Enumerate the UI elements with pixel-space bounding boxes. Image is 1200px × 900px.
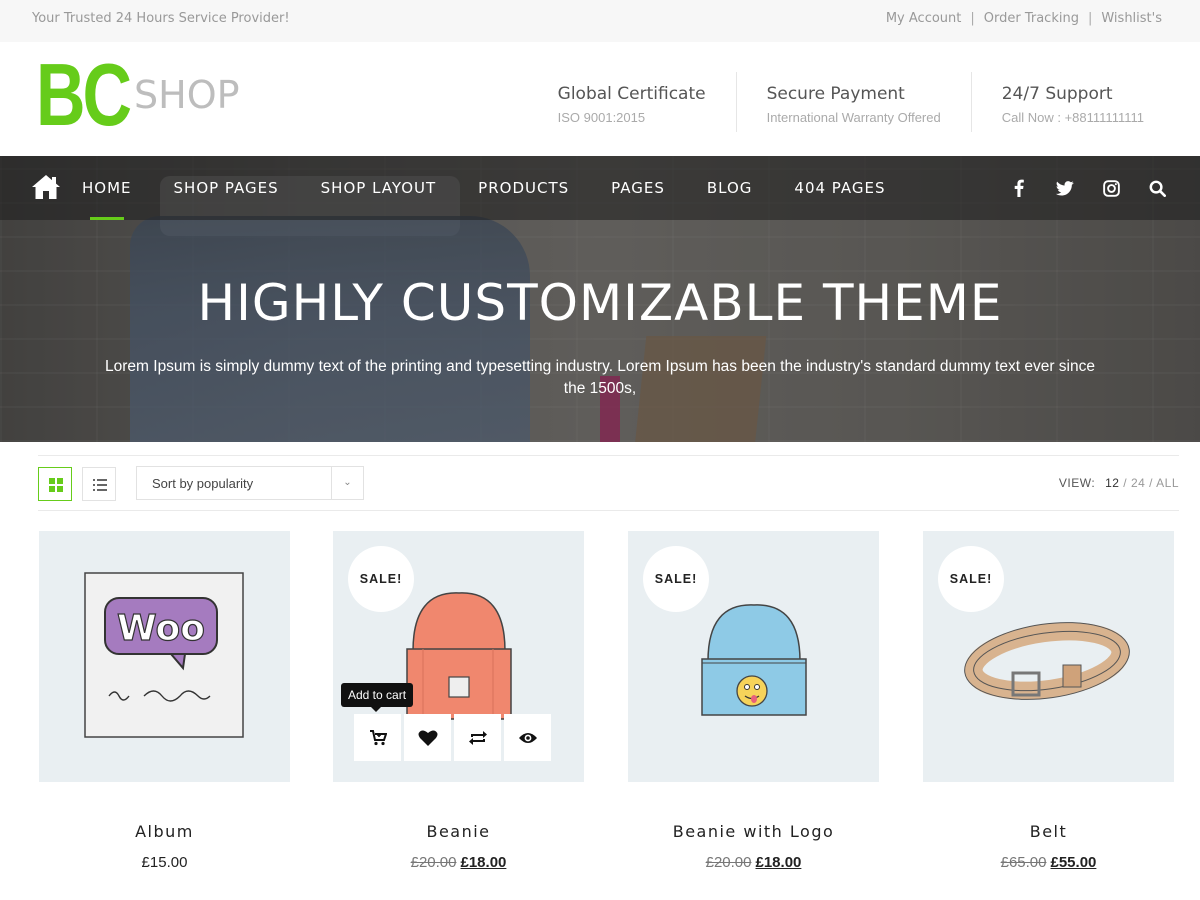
- feature-title: Global Certificate: [557, 84, 706, 104]
- feature-subtitle: Call Now : +88111111111: [1001, 110, 1144, 125]
- feature-support: 24/7 Support Call Now : +88111111111: [970, 72, 1200, 132]
- feature-certificate: Global Certificate ISO 9001:2015: [528, 72, 736, 132]
- nav-menu: HOME SHOP PAGES SHOP LAYOUT PRODUCTS PAG…: [82, 156, 928, 220]
- feature-title: 24/7 Support: [1001, 84, 1113, 104]
- product-card[interactable]: SALE! Belt £65.00 £55.00: [923, 531, 1174, 891]
- nav-item-404-pages[interactable]: 404 PAGES: [794, 156, 885, 220]
- feature-payment: Secure Payment International Warranty Of…: [735, 72, 971, 132]
- per-page-selector: VIEW: 12 / 24 / ALL: [1059, 476, 1179, 490]
- current-price: £15.00: [141, 854, 188, 871]
- top-link-separator: |: [970, 11, 975, 26]
- product-price: £20.00 £18.00: [333, 854, 584, 871]
- sale-badge: SALE!: [938, 546, 1004, 612]
- sale-badge: SALE!: [643, 546, 709, 612]
- site-logo[interactable]: BC SHOP: [36, 51, 240, 139]
- twitter-icon[interactable]: [1054, 177, 1076, 199]
- add-to-cart-tooltip: Add to cart: [341, 683, 414, 712]
- compare-icon: [468, 730, 487, 745]
- instagram-icon[interactable]: [1100, 177, 1122, 199]
- wishlist-link[interactable]: Wishlist's: [1101, 11, 1162, 26]
- product-image[interactable]: SALE!: [628, 531, 879, 782]
- product-card[interactable]: SALE! Beanie with Logo £20.00 £18.00: [628, 531, 879, 891]
- add-to-cart-button[interactable]: [354, 714, 401, 761]
- hero-description: Lorem Ipsum is simply dummy text of the …: [105, 358, 1095, 397]
- product-actions: [354, 714, 551, 761]
- nav-item-home[interactable]: HOME: [82, 156, 132, 220]
- product-grid: Woo Album £15.00 SALE! Add to cart Beani…: [39, 531, 1174, 891]
- old-price: £20.00: [410, 854, 457, 871]
- nav-item-pages[interactable]: PAGES: [611, 156, 665, 220]
- product-name[interactable]: Beanie: [333, 822, 584, 841]
- nav-item-shop-pages[interactable]: SHOP PAGES: [174, 156, 279, 220]
- quick-view-icon: [518, 732, 537, 743]
- grid-view-button[interactable]: [38, 467, 72, 501]
- per-page-label: VIEW:: [1058, 476, 1096, 490]
- nav-item-products[interactable]: PRODUCTS: [478, 156, 569, 220]
- sale-price: £18.00: [755, 854, 802, 871]
- nav-item-shop-layout[interactable]: SHOP LAYOUT: [321, 156, 437, 220]
- feature-title: Secure Payment: [766, 84, 905, 104]
- shop-toolbar: Sort by popularity ⌄ VIEW: 12 / 24 / ALL: [38, 455, 1179, 511]
- wishlist-button[interactable]: [404, 714, 451, 761]
- top-link-separator: |: [1087, 11, 1093, 26]
- per-page-current[interactable]: 12: [1105, 476, 1119, 490]
- chevron-down-icon: ⌄: [331, 467, 363, 499]
- logo-word: SHOP: [134, 73, 240, 117]
- heart-icon: [418, 730, 437, 746]
- product-name[interactable]: Beanie with Logo: [628, 822, 879, 841]
- my-account-link[interactable]: My Account: [886, 11, 962, 26]
- per-page-sep: /: [1145, 476, 1157, 490]
- old-price: £65.00: [1000, 854, 1047, 871]
- sale-badge: SALE!: [348, 546, 414, 612]
- product-image[interactable]: SALE!: [923, 531, 1174, 782]
- sort-select-value: Sort by popularity: [152, 476, 254, 491]
- grid-icon: [49, 478, 63, 492]
- feature-subtitle: International Warranty Offered: [766, 110, 941, 125]
- order-tracking-link[interactable]: Order Tracking: [984, 11, 1079, 26]
- product-name[interactable]: Belt: [923, 822, 1174, 841]
- per-page-sep: /: [1119, 476, 1131, 490]
- social-links: [1008, 156, 1168, 220]
- home-icon[interactable]: [31, 173, 61, 201]
- per-page-option-24[interactable]: 24: [1131, 476, 1145, 490]
- top-links: My Account | Order Tracking | Wishlist's: [886, 11, 1162, 26]
- top-bar: Your Trusted 24 Hours Service Provider! …: [0, 0, 1200, 42]
- album-image-icon: Woo: [84, 572, 244, 738]
- header-features: Global Certificate ISO 9001:2015 Secure …: [528, 72, 1200, 132]
- product-card[interactable]: SALE! Add to cart Beanie £20.00 £18.00: [333, 531, 584, 891]
- product-price: £15.00: [39, 854, 290, 871]
- add-to-cart-icon: [369, 729, 387, 745]
- logo-mark: BC: [36, 45, 132, 144]
- compare-button[interactable]: [454, 714, 501, 761]
- tagline: Your Trusted 24 Hours Service Provider!: [32, 11, 290, 26]
- list-icon: [93, 479, 107, 491]
- search-icon[interactable]: [1146, 177, 1168, 199]
- facebook-icon[interactable]: [1008, 177, 1030, 199]
- product-card[interactable]: Woo Album £15.00: [39, 531, 290, 891]
- site-header: BC SHOP Global Certificate ISO 9001:2015…: [0, 42, 1200, 156]
- product-price: £65.00 £55.00: [923, 854, 1174, 871]
- per-page-option-all[interactable]: ALL: [1156, 476, 1179, 490]
- sale-price: £18.00: [460, 854, 507, 871]
- sale-price: £55.00: [1050, 854, 1097, 871]
- product-image[interactable]: Woo: [39, 531, 290, 782]
- main-nav: HOME SHOP PAGES SHOP LAYOUT PRODUCTS PAG…: [0, 156, 1200, 220]
- list-view-button[interactable]: [82, 467, 116, 501]
- hero-banner: HOME SHOP PAGES SHOP LAYOUT PRODUCTS PAG…: [0, 156, 1200, 442]
- svg-text:Woo: Woo: [117, 608, 205, 649]
- feature-subtitle: ISO 9001:2015: [557, 110, 646, 125]
- old-price: £20.00: [705, 854, 752, 871]
- product-price: £20.00 £18.00: [628, 854, 879, 871]
- product-image[interactable]: SALE! Add to cart: [333, 531, 584, 782]
- hero-title: HIGHLY CUSTOMIZABLE THEME: [197, 274, 1003, 332]
- nav-item-blog[interactable]: BLOG: [707, 156, 753, 220]
- sort-select[interactable]: Sort by popularity ⌄: [136, 466, 364, 500]
- product-name[interactable]: Album: [39, 822, 290, 841]
- quick-view-button[interactable]: [504, 714, 551, 761]
